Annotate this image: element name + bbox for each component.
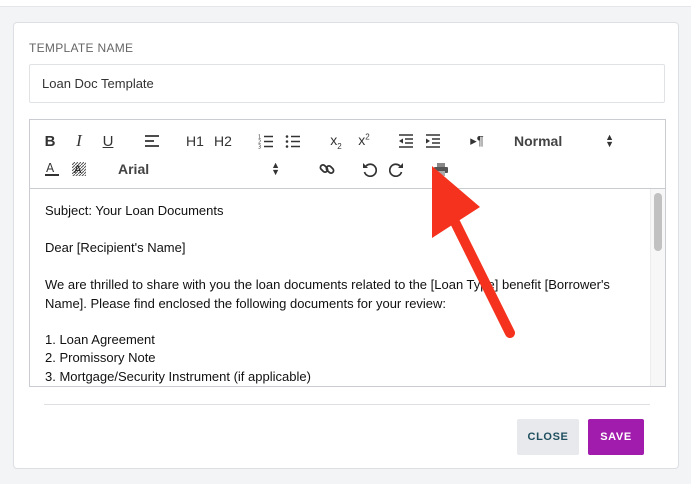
svg-text:A: A [74,163,82,176]
bold-button[interactable]: B [42,130,58,152]
underline-button[interactable]: U [100,130,116,152]
select-arrows-icon: ▲ ▼ [605,132,614,149]
undo-button[interactable] [361,158,377,180]
print-icon [434,162,448,176]
ordered-list-icon: 123 [258,134,273,149]
editor-line: 2. Promissory Note [45,350,156,365]
outdent-icon [399,134,413,148]
editor-toolbar: B I U H1 H2 123 x2 x2 ▸¶ Normal ▲ ▼ A A … [30,120,665,189]
editor-line: We are thrilled to share with you the lo… [45,277,610,311]
h2-button[interactable]: H2 [213,130,233,152]
text-direction-button[interactable]: ▸¶ [468,130,486,152]
format-select-value: Normal [514,133,563,149]
editor-line: 1. Loan Agreement [45,332,155,347]
template-name-label: TEMPLATE NAME [29,41,134,55]
text-color-button[interactable]: A [44,158,60,180]
h2-icon: H2 [214,133,232,149]
italic-icon: I [76,131,82,150]
close-button[interactable]: CLOSE [517,419,579,455]
indent-button[interactable] [424,130,442,152]
template-name-input[interactable] [29,64,665,103]
undo-icon [362,162,377,177]
top-strip [0,0,691,7]
editor-scrollbar[interactable] [650,189,665,386]
font-select-value: Arial [118,161,150,177]
h1-button[interactable]: H1 [185,130,205,152]
ordered-list-button[interactable]: 123 [257,130,275,152]
redo-icon [388,162,403,177]
editor-line: 3. Mortgage/Security Instrument (if appl… [45,369,311,384]
bullet-list-button[interactable] [284,130,302,152]
italic-button[interactable]: I [71,130,87,152]
subscript-icon: x2 [330,131,342,151]
editor-content[interactable]: Subject: Your Loan Documents Dear [Recip… [30,189,665,386]
editor-line: Subject: Your Loan Documents [45,203,224,218]
save-button[interactable]: SAVE [588,419,644,455]
bullet-list-icon [285,134,300,148]
select-arrows-icon: ▲ ▼ [271,160,280,177]
indent-icon [426,134,440,148]
align-button[interactable] [143,130,161,152]
bold-icon: B [44,132,56,150]
scrollbar-thumb[interactable] [654,193,662,251]
background-color-button[interactable]: A [71,158,87,180]
link-button[interactable] [318,158,336,180]
h1-icon: H1 [186,133,204,149]
editor-line: Dear [Recipient's Name] [45,240,186,255]
background-color-icon: A [72,162,86,176]
footer-divider [44,404,650,405]
align-icon [145,135,159,147]
superscript-icon: x2 [358,132,370,148]
format-select[interactable]: Normal ▲ ▼ [514,130,614,152]
template-panel: TEMPLATE NAME B I U H1 H2 123 [13,22,679,469]
text-color-icon: A [45,161,59,176]
redo-button[interactable] [388,158,404,180]
svg-text:3: 3 [258,144,261,149]
outdent-button[interactable] [397,130,415,152]
superscript-button[interactable]: x2 [355,129,373,151]
font-select[interactable]: Arial ▲ ▼ [118,158,280,180]
subscript-button[interactable]: x2 [327,130,345,152]
underline-icon: U [102,132,114,150]
rich-text-editor: B I U H1 H2 123 x2 x2 ▸¶ Normal ▲ ▼ A A … [29,119,666,387]
print-button[interactable] [432,158,450,180]
svg-text:A: A [46,161,55,175]
text-direction-icon: ▸¶ [470,133,484,148]
link-icon [319,164,335,174]
